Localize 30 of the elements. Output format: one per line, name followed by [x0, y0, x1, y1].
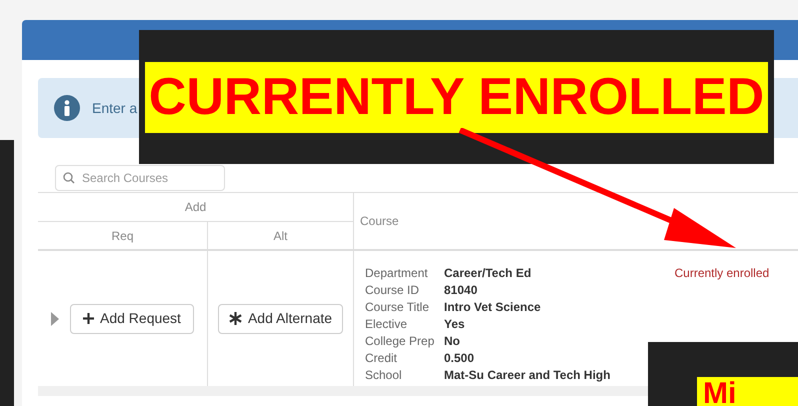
detail-value: Intro Vet Science — [444, 299, 541, 315]
detail-value: Yes — [444, 316, 465, 332]
detail-label: Department — [365, 265, 429, 281]
detail-label: School — [365, 367, 403, 383]
detail-value: Career/Tech Ed — [444, 265, 532, 281]
plus-icon — [83, 313, 94, 324]
detail-value: No — [444, 333, 460, 349]
status-text: Currently enrolled — [674, 265, 770, 282]
add-request-button[interactable]: Add Request — [70, 304, 194, 334]
column-header: Req — [38, 222, 208, 249]
detail-label: Course Title — [365, 299, 430, 315]
alert-text: Enter a — [92, 98, 138, 118]
search-field[interactable]: Search Courses — [55, 165, 225, 191]
column-header: Course — [360, 213, 399, 230]
expand-icon[interactable] — [50, 312, 60, 326]
asterisk-icon — [228, 312, 242, 325]
detail-value: 81040 — [444, 282, 478, 298]
detail-value: 0.500 — [444, 350, 474, 366]
callout-text: CURRENTLY ENROLLED — [144, 62, 768, 132]
detail-label: Course ID — [365, 282, 420, 298]
detail-label: College Prep — [365, 333, 436, 349]
column-header: Alt — [272, 228, 288, 244]
add-alternate-button[interactable]: Add Alternate — [218, 304, 344, 334]
detail-label: Credit — [365, 350, 398, 366]
info-icon — [54, 95, 80, 121]
column-header: Add — [38, 193, 353, 222]
callout-text: Mi — [697, 377, 798, 406]
search-icon — [63, 172, 75, 184]
detail-value: Mat-Su Career and Tech High — [444, 367, 610, 383]
detail-label: Elective — [365, 316, 408, 332]
